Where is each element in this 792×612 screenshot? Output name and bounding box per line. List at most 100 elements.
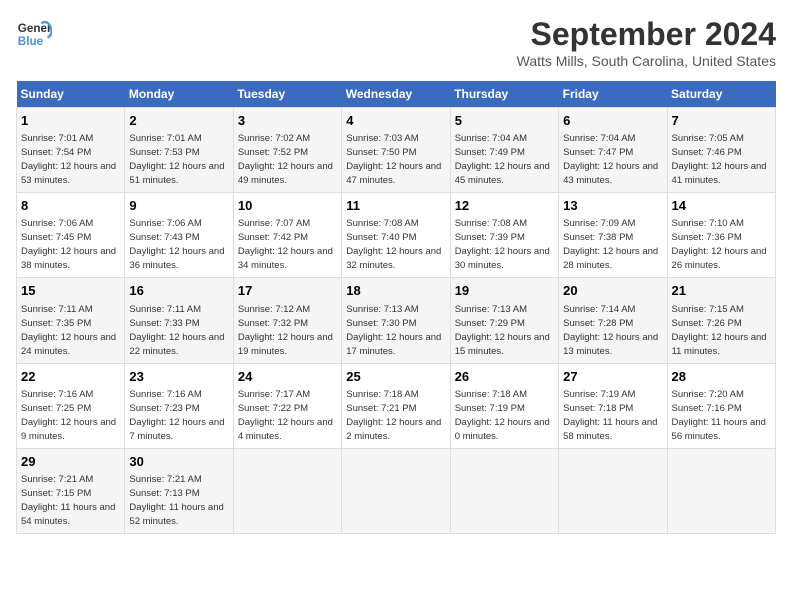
day-number: 21 bbox=[672, 282, 771, 300]
day-number: 12 bbox=[455, 197, 554, 215]
sunrise-text: Sunrise: 7:01 AM bbox=[21, 133, 93, 144]
sunrise-text: Sunrise: 7:16 AM bbox=[21, 389, 93, 400]
sunset-text: Sunset: 7:47 PM bbox=[563, 147, 633, 158]
calendar-cell bbox=[233, 448, 341, 533]
calendar-cell: 24Sunrise: 7:17 AMSunset: 7:22 PMDayligh… bbox=[233, 363, 341, 448]
day-number: 23 bbox=[129, 368, 228, 386]
sunrise-text: Sunrise: 7:04 AM bbox=[455, 133, 527, 144]
sunrise-text: Sunrise: 7:06 AM bbox=[21, 218, 93, 229]
calendar-cell: 19Sunrise: 7:13 AMSunset: 7:29 PMDayligh… bbox=[450, 278, 558, 363]
calendar-cell: 3Sunrise: 7:02 AMSunset: 7:52 PMDaylight… bbox=[233, 108, 341, 193]
header-day-saturday: Saturday bbox=[667, 81, 775, 108]
calendar-cell: 10Sunrise: 7:07 AMSunset: 7:42 PMDayligh… bbox=[233, 193, 341, 278]
calendar-cell: 27 Sunrise: 7:19 AM Sunset: 7:18 PM Dayligh… bbox=[559, 363, 667, 448]
day-number: 24 bbox=[238, 368, 337, 386]
day-number: 15 bbox=[21, 282, 120, 300]
sunset-text: Sunset: 7:15 PM bbox=[21, 488, 91, 499]
sunrise-text: Sunrise: 7:10 AM bbox=[672, 218, 744, 229]
calendar-cell: 26Sunrise: 7:18 AMSunset: 7:19 PMDayligh… bbox=[450, 363, 558, 448]
calendar-cell: 28Sunrise: 7:20 AMSunset: 7:16 PMDayligh… bbox=[667, 363, 775, 448]
sunrise-text: Sunrise: 7:11 AM bbox=[21, 304, 93, 315]
daylight-text: Daylight: 12 hours and 32 minutes. bbox=[346, 246, 441, 271]
sunrise-text: Sunrise: 7:20 AM bbox=[672, 389, 744, 400]
calendar-cell: 14Sunrise: 7:10 AMSunset: 7:36 PMDayligh… bbox=[667, 193, 775, 278]
sunset-text: Sunset: 7:40 PM bbox=[346, 232, 416, 243]
daylight-text: Daylight: 12 hours and 15 minutes. bbox=[455, 332, 550, 357]
daylight-text: Daylight: 12 hours and 30 minutes. bbox=[455, 246, 550, 271]
sunset-text: Sunset: 7:50 PM bbox=[346, 147, 416, 158]
day-number: 29 bbox=[21, 453, 120, 471]
daylight-text: Daylight: 12 hours and 51 minutes. bbox=[129, 161, 224, 186]
daylight-text: Daylight: 12 hours and 0 minutes. bbox=[455, 417, 550, 442]
calendar-cell: 7Sunrise: 7:05 AMSunset: 7:46 PMDaylight… bbox=[667, 108, 775, 193]
calendar-header-row: SundayMondayTuesdayWednesdayThursdayFrid… bbox=[17, 81, 776, 108]
daylight-text: Daylight: 12 hours and 41 minutes. bbox=[672, 161, 767, 186]
calendar-week-row: 29 Sunrise: 7:21 AM Sunset: 7:15 PM Dayligh… bbox=[17, 448, 776, 533]
sunrise-text: Sunrise: 7:05 AM bbox=[672, 133, 744, 144]
calendar-cell: 5Sunrise: 7:04 AMSunset: 7:49 PMDaylight… bbox=[450, 108, 558, 193]
sunrise-text: Sunrise: 7:21 AM bbox=[129, 474, 201, 485]
day-number: 4 bbox=[346, 112, 445, 130]
sunset-text: Sunset: 7:19 PM bbox=[455, 403, 525, 414]
svg-text:General: General bbox=[18, 22, 52, 35]
calendar-week-row: 1Sunrise: 7:01 AMSunset: 7:54 PMDaylight… bbox=[17, 108, 776, 193]
daylight-text: Daylight: 12 hours and 24 minutes. bbox=[21, 332, 116, 357]
header-day-monday: Monday bbox=[125, 81, 233, 108]
sunset-text: Sunset: 7:33 PM bbox=[129, 318, 199, 329]
sunrise-text: Sunrise: 7:07 AM bbox=[238, 218, 310, 229]
sunset-text: Sunset: 7:54 PM bbox=[21, 147, 91, 158]
day-number: 19 bbox=[455, 282, 554, 300]
sunrise-text: Sunrise: 7:08 AM bbox=[346, 218, 418, 229]
daylight-text: Daylight: 12 hours and 7 minutes. bbox=[129, 417, 224, 442]
daylight-text: Daylight: 12 hours and 26 minutes. bbox=[672, 246, 767, 271]
sunset-text: Sunset: 7:30 PM bbox=[346, 318, 416, 329]
sunrise-text: Sunrise: 7:03 AM bbox=[346, 133, 418, 144]
calendar-cell: 2Sunrise: 7:01 AMSunset: 7:53 PMDaylight… bbox=[125, 108, 233, 193]
logo: General Blue General Blue bbox=[16, 16, 52, 52]
calendar-cell bbox=[559, 448, 667, 533]
sunrise-text: Sunrise: 7:19 AM bbox=[563, 389, 635, 400]
sunset-text: Sunset: 7:18 PM bbox=[563, 403, 633, 414]
day-number: 25 bbox=[346, 368, 445, 386]
calendar-cell bbox=[450, 448, 558, 533]
daylight-text: Daylight: 12 hours and 13 minutes. bbox=[563, 332, 658, 357]
sunset-text: Sunset: 7:52 PM bbox=[238, 147, 308, 158]
calendar-cell: 11 Sunrise: 7:08 AM Sunset: 7:40 PM Dayligh… bbox=[342, 193, 450, 278]
calendar-cell: 25Sunrise: 7:18 AMSunset: 7:21 PMDayligh… bbox=[342, 363, 450, 448]
daylight-text: Daylight: 11 hours and 54 minutes. bbox=[21, 502, 115, 527]
day-number: 18 bbox=[346, 282, 445, 300]
logo-icon: General Blue bbox=[16, 16, 52, 52]
day-number: 13 bbox=[563, 197, 662, 215]
header-day-wednesday: Wednesday bbox=[342, 81, 450, 108]
calendar-cell: 20Sunrise: 7:14 AMSunset: 7:28 PMDayligh… bbox=[559, 278, 667, 363]
title-block: September 2024 Watts Mills, South Caroli… bbox=[517, 16, 776, 69]
day-number: 10 bbox=[238, 197, 337, 215]
sunrise-text: Sunrise: 7:09 AM bbox=[563, 218, 635, 229]
day-number: 11 bbox=[346, 197, 445, 215]
daylight-text: Daylight: 12 hours and 53 minutes. bbox=[21, 161, 116, 186]
day-number: 7 bbox=[672, 112, 771, 130]
daylight-text: Daylight: 12 hours and 22 minutes. bbox=[129, 332, 224, 357]
day-number: 20 bbox=[563, 282, 662, 300]
page-header: General Blue General Blue September 2024… bbox=[16, 16, 776, 69]
sunset-text: Sunset: 7:13 PM bbox=[129, 488, 199, 499]
day-number: 3 bbox=[238, 112, 337, 130]
sunset-text: Sunset: 7:49 PM bbox=[455, 147, 525, 158]
header-day-tuesday: Tuesday bbox=[233, 81, 341, 108]
month-title: September 2024 bbox=[517, 16, 776, 53]
day-number: 26 bbox=[455, 368, 554, 386]
daylight-text: Daylight: 12 hours and 43 minutes. bbox=[563, 161, 658, 186]
sunrise-text: Sunrise: 7:15 AM bbox=[672, 304, 744, 315]
header-day-sunday: Sunday bbox=[17, 81, 125, 108]
daylight-text: Daylight: 12 hours and 19 minutes. bbox=[238, 332, 333, 357]
calendar-cell: 8Sunrise: 7:06 AMSunset: 7:45 PMDaylight… bbox=[17, 193, 125, 278]
day-number: 17 bbox=[238, 282, 337, 300]
daylight-text: Daylight: 12 hours and 4 minutes. bbox=[238, 417, 333, 442]
daylight-text: Daylight: 11 hours and 58 minutes. bbox=[563, 417, 657, 442]
day-number: 27 bbox=[563, 368, 662, 386]
sunset-text: Sunset: 7:29 PM bbox=[455, 318, 525, 329]
daylight-text: Daylight: 12 hours and 36 minutes. bbox=[129, 246, 224, 271]
header-day-thursday: Thursday bbox=[450, 81, 558, 108]
calendar-cell: 22Sunrise: 7:16 AMSunset: 7:25 PMDayligh… bbox=[17, 363, 125, 448]
sunrise-text: Sunrise: 7:01 AM bbox=[129, 133, 201, 144]
